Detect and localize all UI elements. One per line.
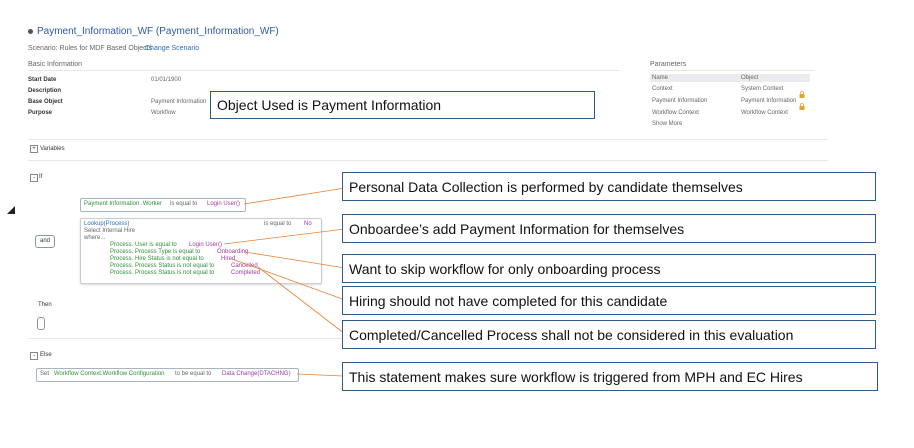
callout-completed-cancelled: Completed/Cancelled Process shall not be… [342,320,876,349]
callout-object-used: Object Used is Payment Information [210,91,595,119]
connector-completed [257,266,346,335]
connector-personal-data [243,187,346,205]
callout-personal-data: Personal Data Collection is performed by… [342,172,876,201]
callout-skip-workflow: Want to skip workflow for only onboardin… [342,254,876,283]
callout-onboardee: Onboardee’s add Payment Information for … [342,214,876,243]
callout-hiring: Hiring should not have completed for thi… [342,286,876,315]
connector-triggered [296,373,344,377]
connector-onboardee [223,228,346,245]
callout-triggered: This statement makes sure workflow is tr… [342,362,878,391]
connector-skip-workflow [244,251,346,269]
